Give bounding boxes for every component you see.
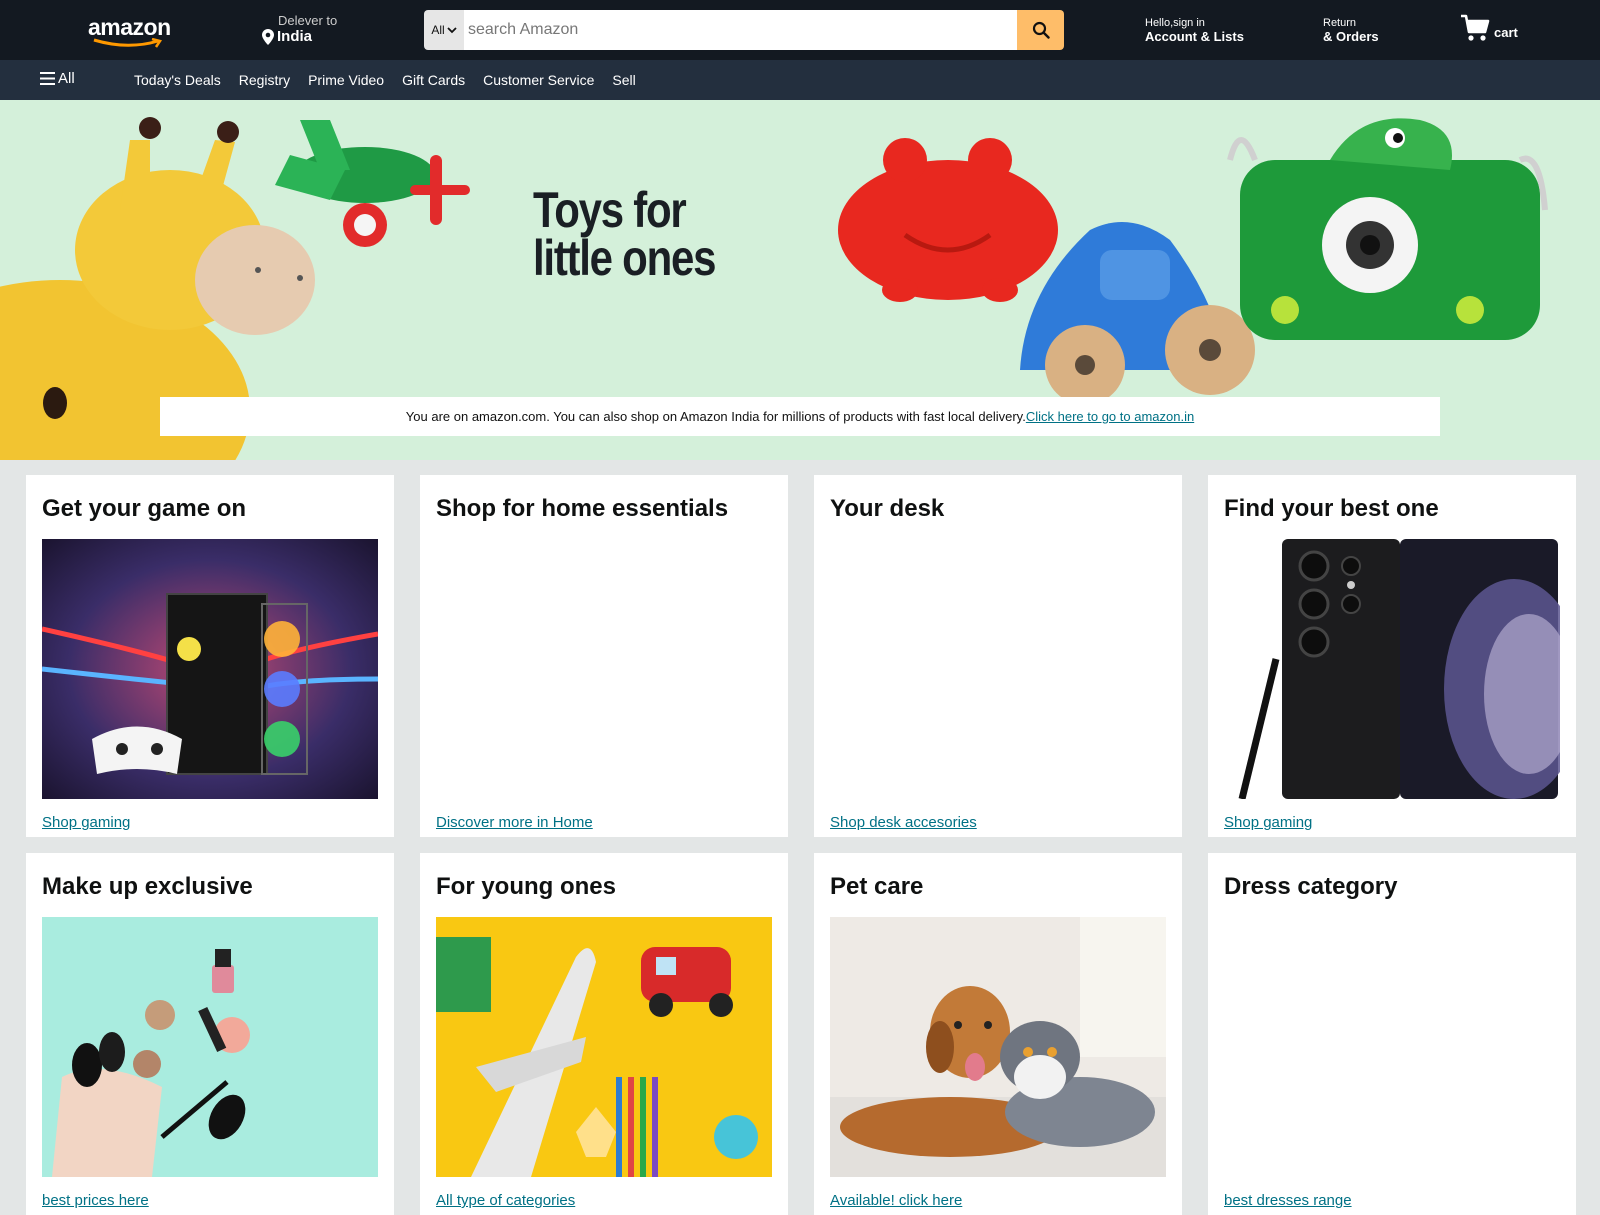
card-title: Shop for home essentials xyxy=(436,495,729,522)
airplane-toy-image xyxy=(275,120,470,247)
amazon-logo[interactable]: amazon xyxy=(88,14,178,48)
hero-title: Toys for little ones xyxy=(533,182,716,286)
deliver-location: India xyxy=(277,28,313,45)
toy-car-image xyxy=(1020,222,1255,405)
card-link[interactable]: Shop gaming xyxy=(42,814,130,831)
subnav-link-customer-service[interactable]: Customer Service xyxy=(483,72,594,88)
search-input[interactable] xyxy=(464,10,1017,50)
kids-toys-image[interactable] xyxy=(436,917,772,1177)
dress-image-placeholder[interactable] xyxy=(1224,917,1560,1177)
card-link[interactable]: Shop gaming xyxy=(1224,814,1312,831)
subnav-links: Today's Deals Registry Prime Video Gift … xyxy=(134,72,636,88)
card-young-ones: For young ones All type of categories xyxy=(420,853,788,1215)
card-home-essentials: Shop for home essentials Discover more i… xyxy=(420,475,788,837)
search-icon xyxy=(1032,21,1050,39)
hamburger-menu-icon xyxy=(40,72,55,85)
chevron-down-icon xyxy=(447,27,457,34)
sub-navbar: All Today's Deals Registry Prime Video G… xyxy=(0,60,1600,100)
card-link[interactable]: Shop desk accesories xyxy=(830,814,977,831)
card-makeup: Make up exclusive best prices here xyxy=(26,853,394,1215)
smartphone-image[interactable] xyxy=(1224,539,1560,799)
search-category-select[interactable]: All xyxy=(424,10,464,50)
subnav-link-prime-video[interactable]: Prime Video xyxy=(308,72,384,88)
desk-image-placeholder[interactable] xyxy=(830,539,1166,799)
card-your-desk: Your desk Shop desk accesories xyxy=(814,475,1182,837)
top-navbar: amazon Delever to India All search Amazo… xyxy=(0,0,1600,60)
card-link[interactable]: best dresses range xyxy=(1224,1192,1352,1209)
subnav-link-todays-deals[interactable]: Today's Deals xyxy=(134,72,221,88)
account-lists[interactable]: Hello,sign in Account & Lists xyxy=(1145,17,1244,44)
category-card-grid: Get your game on Shop gaming Shop for ho… xyxy=(26,475,1576,1215)
makeup-image[interactable] xyxy=(42,917,378,1177)
subnav-link-gift-cards[interactable]: Gift Cards xyxy=(402,72,465,88)
card-link[interactable]: best prices here xyxy=(42,1192,149,1209)
hero-banner[interactable]: Toys for little ones You are on amazon.c… xyxy=(0,100,1600,460)
gaming-pc-image[interactable] xyxy=(42,539,378,799)
subnav-link-registry[interactable]: Registry xyxy=(239,72,290,88)
card-title: For young ones xyxy=(436,873,616,900)
amazon-india-link[interactable]: Click here to go to amazon.in xyxy=(1026,409,1194,424)
home-essentials-image-placeholder[interactable] xyxy=(436,539,772,799)
card-gaming: Get your game on Shop gaming xyxy=(26,475,394,837)
pet-care-image[interactable] xyxy=(830,917,1166,1177)
cart-icon xyxy=(1461,14,1490,41)
crab-toy-image xyxy=(838,138,1058,302)
deliver-to[interactable]: Delever to India xyxy=(262,13,337,45)
logo-smile-icon xyxy=(93,38,163,48)
all-menu-button[interactable]: All xyxy=(40,70,75,87)
search-bar: All xyxy=(424,10,1064,50)
subnav-link-sell[interactable]: Sell xyxy=(612,72,635,88)
returns-orders[interactable]: Return & Orders xyxy=(1323,17,1379,44)
card-title: Your desk xyxy=(830,495,945,522)
location-pin-icon xyxy=(262,28,274,45)
dinosaur-camera-toy-image xyxy=(1227,118,1548,340)
card-title: Dress category xyxy=(1224,873,1398,900)
card-link[interactable]: Discover more in Home xyxy=(436,814,593,831)
card-link[interactable]: All type of categories xyxy=(436,1192,575,1209)
card-link[interactable]: Available! click here xyxy=(830,1192,962,1209)
card-title: Get your game on xyxy=(42,495,247,522)
search-button[interactable] xyxy=(1017,10,1064,50)
card-best-phone: Find your best one Shop gaming xyxy=(1208,475,1576,837)
amazon-india-notice: You are on amazon.com. You can also shop… xyxy=(160,397,1440,436)
card-title: Find your best one xyxy=(1224,495,1439,522)
card-dress-category: Dress category best dresses range xyxy=(1208,853,1576,1215)
card-title: Make up exclusive xyxy=(42,873,253,900)
cart-button[interactable]: cart xyxy=(1460,14,1518,42)
card-pet-care: Pet care Available! click here xyxy=(814,853,1182,1215)
card-title: Pet care xyxy=(830,873,924,900)
